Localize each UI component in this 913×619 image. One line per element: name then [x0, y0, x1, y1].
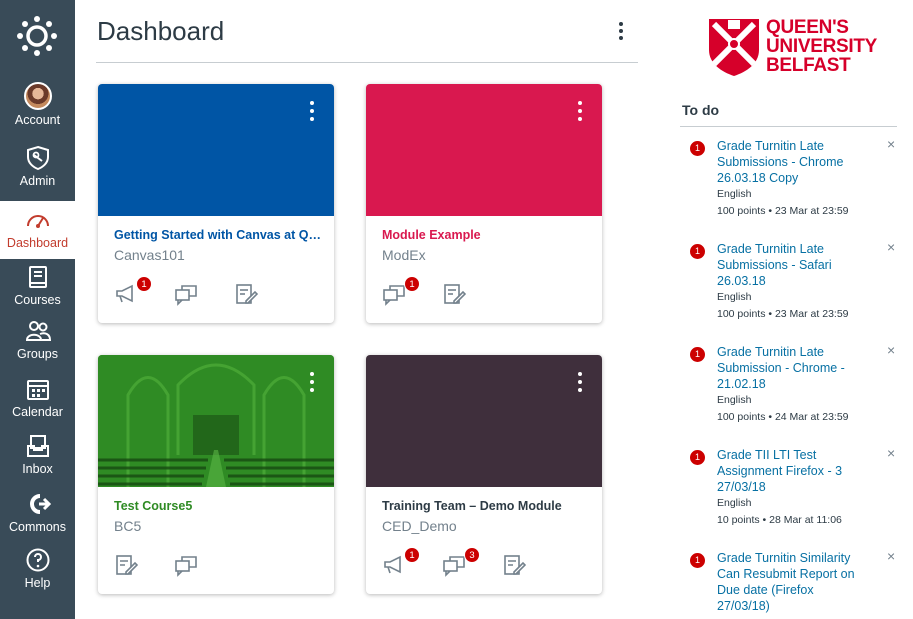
discussions-icon[interactable]: 3 [442, 547, 480, 579]
dismiss-close-icon[interactable]: × [887, 136, 895, 152]
card-options-kebab-icon[interactable] [576, 101, 584, 125]
nav-admin-label: Admin [19, 174, 56, 188]
course-card-hero[interactable] [366, 84, 602, 216]
todo-item-link[interactable]: Grade Turnitin Similarity Can Resubmit R… [717, 550, 857, 614]
todo-divider [680, 126, 897, 127]
inbox-icon [26, 435, 49, 457]
todo-count-badge: 1 [690, 553, 705, 568]
cathedral-image [98, 355, 334, 487]
nav-commons[interactable]: Commons [0, 491, 75, 547]
course-card-code: Canvas101 [114, 247, 185, 263]
nav-courses-label: Courses [14, 293, 61, 307]
qub-line-1: QUEEN'S [766, 17, 849, 38]
card-options-kebab-icon[interactable] [308, 101, 316, 125]
todo-count-badge: 1 [690, 347, 705, 362]
nav-inbox[interactable]: Inbox [0, 433, 75, 489]
qub-logo: QUEEN'S UNIVERSITY BELFAST [706, 16, 877, 80]
nav-account-label: Account [14, 113, 61, 127]
shield-icon [26, 145, 49, 171]
todo-item-meta: 100 points • 24 Mar at 23:59 [717, 411, 849, 423]
help-icon [26, 548, 49, 572]
course-card[interactable]: Getting Started with Canvas at Qu... Can… [98, 84, 334, 323]
todo-count-badge: 1 [690, 450, 705, 465]
nav-calendar-label: Calendar [12, 405, 63, 419]
nav-calendar[interactable]: Calendar [0, 376, 75, 432]
nav-help-label: Help [24, 576, 51, 590]
card-options-kebab-icon[interactable] [576, 372, 584, 396]
nav-dashboard-label: Dashboard [6, 236, 69, 250]
nav-dashboard[interactable]: Dashboard [0, 201, 75, 259]
avatar [23, 82, 52, 110]
header-divider [96, 62, 638, 63]
unread-badge: 3 [464, 547, 480, 563]
nav-courses[interactable]: Courses [0, 264, 75, 320]
qub-line-3: BELFAST [766, 55, 851, 76]
dashboard-icon [26, 215, 49, 228]
assignments-icon[interactable] [114, 553, 140, 579]
qub-wordmark: QUEEN'S UNIVERSITY BELFAST [766, 18, 877, 75]
groups-icon [25, 321, 51, 341]
announcements-icon[interactable]: 1 [114, 276, 152, 308]
course-card-hero[interactable] [98, 355, 334, 487]
nav-inbox-label: Inbox [22, 462, 53, 476]
course-card-title[interactable]: Getting Started with Canvas at Qu... [114, 228, 324, 242]
todo-count-badge: 1 [690, 141, 705, 156]
nav-groups-label: Groups [17, 347, 58, 361]
unread-badge: 1 [136, 276, 152, 292]
todo-item-course: English [717, 497, 752, 509]
calendar-icon [26, 380, 49, 400]
todo-count-badge: 1 [690, 244, 705, 259]
todo-item-course: English [717, 291, 752, 303]
commons-icon [29, 494, 51, 514]
course-card-code: BC5 [114, 518, 142, 534]
course-card-hero[interactable] [366, 355, 602, 487]
unread-badge: 1 [404, 276, 420, 292]
course-card[interactable]: Training Team – Demo Module CED_Demo 1 3 [366, 355, 602, 594]
assignments-icon[interactable] [442, 282, 468, 308]
dismiss-close-icon[interactable]: × [887, 445, 895, 461]
course-card-title[interactable]: Module Example [382, 228, 592, 242]
announcements-icon[interactable]: 1 [382, 547, 420, 579]
nav-help[interactable]: Help [0, 547, 75, 603]
qub-shield-icon [709, 19, 759, 76]
dismiss-close-icon[interactable]: × [887, 342, 895, 358]
nav-account[interactable]: Account [0, 82, 75, 138]
discussions-icon[interactable]: 1 [382, 276, 420, 308]
todo-item-meta: 10 points • 28 Mar at 11:06 [717, 514, 842, 526]
global-nav: Account Admin Dashboard Courses Groups C… [0, 0, 75, 619]
todo-item-link[interactable]: Grade Turnitin Late Submissions - Safari… [717, 241, 857, 289]
book-icon [28, 266, 47, 288]
todo-item-course: English [717, 394, 752, 406]
course-card[interactable]: Module Example ModEx 1 [366, 84, 602, 323]
todo-heading: To do [682, 102, 720, 118]
assignments-icon[interactable] [234, 282, 260, 308]
unread-badge: 1 [404, 547, 420, 563]
todo-item-meta: 100 points • 23 Mar at 23:59 [717, 205, 849, 217]
dashboard-options-kebab-icon[interactable] [612, 18, 630, 44]
assignments-icon[interactable] [502, 553, 528, 579]
todo-item-link[interactable]: Grade TII LTI Test Assignment Firefox - … [717, 447, 857, 495]
nav-commons-label: Commons [9, 520, 66, 534]
card-options-kebab-icon[interactable] [308, 372, 316, 396]
course-card-title[interactable]: Test Course5 [114, 499, 324, 513]
discussions-icon[interactable] [174, 282, 200, 308]
course-card[interactable]: Test Course5 BC5 [98, 355, 334, 594]
nav-admin[interactable]: Admin [0, 145, 75, 201]
qub-line-2: UNIVERSITY [766, 36, 878, 57]
discussions-icon[interactable] [174, 553, 200, 579]
todo-item-link[interactable]: Grade Turnitin Late Submissions - Chrome… [717, 138, 857, 186]
dismiss-close-icon[interactable]: × [887, 548, 895, 564]
nav-groups[interactable]: Groups [0, 318, 75, 374]
todo-item-meta: 100 points • 23 Mar at 23:59 [717, 308, 849, 320]
page-title: Dashboard [97, 16, 225, 46]
course-card-code: ModEx [382, 247, 426, 263]
canvas-logo-icon[interactable] [17, 16, 57, 56]
todo-item-course: English [717, 188, 752, 200]
course-card-code: CED_Demo [382, 518, 457, 534]
course-card-hero[interactable] [98, 84, 334, 216]
dismiss-close-icon[interactable]: × [887, 239, 895, 255]
todo-item-link[interactable]: Grade Turnitin Late Submission - Chrome … [717, 344, 857, 392]
course-card-title[interactable]: Training Team – Demo Module [382, 499, 592, 513]
